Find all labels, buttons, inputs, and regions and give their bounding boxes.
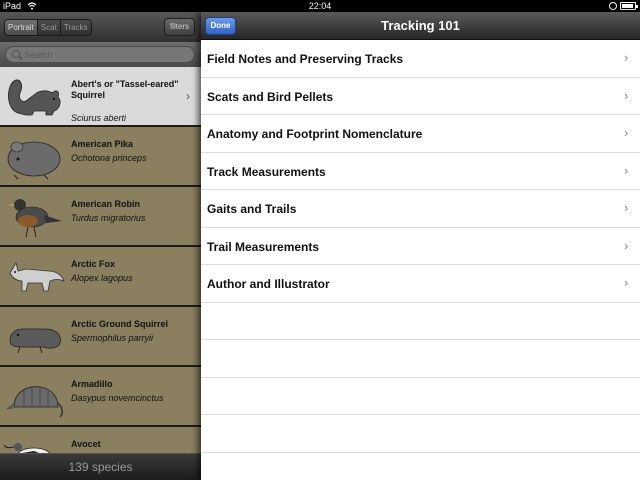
species-row[interactable]: Armadillo Dasypus novemcinctus [0, 367, 201, 427]
menu-item-label: Author and Illustrator [207, 277, 330, 291]
species-common-name: Arctic Fox [71, 259, 116, 269]
menu-item-label: Scats and Bird Pellets [207, 89, 334, 104]
menu-item-track-measurements[interactable]: Track Measurements › [201, 152, 640, 190]
battery-icon [620, 2, 638, 10]
menu-item-gaits[interactable]: Gaits and Trails › [201, 190, 640, 228]
menu-item-label: Anatomy and Footprint Nomenclature [207, 127, 423, 141]
species-latin-name: Dasypus novemcinctus [71, 393, 164, 403]
chevron-right-icon: › [624, 237, 629, 253]
clock: 22:04 [308, 1, 332, 11]
chevron-right-icon: › [624, 87, 629, 103]
species-row[interactable]: Arctic Ground Squirrel Spermophilus parr… [0, 307, 201, 367]
species-common-name: American Pika [71, 139, 134, 149]
segment-portrait[interactable]: Portrait [5, 20, 38, 35]
search-placeholder: Search [24, 50, 53, 60]
menu-item-label: Gaits and Trails [207, 202, 297, 216]
tracking-101-panel: Done Tracking 101 Field Notes and Preser… [201, 12, 640, 480]
search-input[interactable]: Search [5, 46, 195, 63]
species-row[interactable]: American Robin Turdus migratorius [0, 187, 201, 247]
species-latin-name: Sciurus aberti [71, 113, 127, 123]
species-row[interactable]: Abert's or "Tassel-eared" Squirrel Sciur… [0, 67, 201, 127]
rotation-lock-icon [609, 2, 617, 10]
page-title: Tracking 101 [381, 18, 460, 33]
menu-item-field-notes[interactable]: Field Notes and Preserving Tracks › [201, 40, 640, 78]
species-common-name: Armadillo [71, 379, 113, 389]
species-footer: 139 species [0, 453, 201, 480]
filters-button[interactable]: filters [164, 18, 195, 36]
menu-item-label: Trail Measurements [207, 239, 320, 254]
menu-item-author[interactable]: Author and Illustrator › [201, 265, 640, 303]
species-common-name: American Robin [71, 199, 141, 209]
menu-item-label: Field Notes and Preserving Tracks [207, 52, 404, 66]
empty-row [201, 340, 640, 378]
robin-icon [8, 199, 62, 238]
ground-squirrel-icon [9, 328, 61, 354]
tracking-menu: Field Notes and Preserving Tracks › Scat… [201, 40, 640, 453]
navigation-bar: Done Tracking 101 [201, 12, 640, 40]
species-latin-name: Spermophilus parryii [71, 333, 154, 343]
ipad-screen: iPad 22:04 Portrait Scat Tracks filters … [0, 0, 640, 480]
pika-icon [7, 141, 61, 180]
species-list: Abert's or "Tassel-eared" Squirrel Sciur… [0, 67, 201, 465]
armadillo-icon [6, 386, 63, 418]
search-icon [12, 50, 20, 58]
menu-item-anatomy[interactable]: Anatomy and Footprint Nomenclature › [201, 115, 640, 153]
species-pane: Portrait Scat Tracks filters Search Aber… [0, 12, 201, 480]
view-segmented-control: Portrait Scat Tracks [4, 19, 92, 36]
species-common-name: Avocet [71, 439, 101, 449]
empty-row [201, 378, 640, 415]
species-common-name: Abert's or "Tassel-eared" Squirrel [71, 79, 179, 100]
fox-icon [9, 261, 65, 292]
empty-row [201, 415, 640, 453]
segment-tracks[interactable]: Tracks [60, 20, 91, 35]
chevron-right-icon: › [186, 89, 190, 103]
species-latin-name: Alopex lagopus [71, 273, 133, 283]
segment-scat[interactable]: Scat [37, 20, 61, 35]
species-row[interactable]: American Pika Ochotona princeps [0, 127, 201, 187]
chevron-right-icon: › [624, 125, 629, 140]
chevron-right-icon: › [624, 275, 629, 290]
species-latin-name: Turdus migratorius [71, 213, 146, 223]
chevron-right-icon: › [624, 50, 629, 65]
species-row[interactable]: Arctic Fox Alopex lagopus [0, 247, 201, 307]
search-bar: Search [0, 42, 201, 67]
squirrel-icon [8, 79, 61, 116]
species-toolbar: Portrait Scat Tracks filters [0, 12, 201, 42]
species-latin-name: Ochotona princeps [71, 153, 147, 163]
status-bar: iPad 22:04 [0, 0, 640, 12]
empty-row [201, 303, 640, 340]
chevron-right-icon: › [624, 200, 629, 215]
species-common-name: Arctic Ground Squirrel [71, 319, 169, 329]
menu-item-trail-measurements[interactable]: Trail Measurements › [201, 227, 640, 265]
menu-item-scats[interactable]: Scats and Bird Pellets › [201, 77, 640, 115]
battery-fill [622, 4, 634, 8]
species-count: 139 species [68, 460, 133, 474]
chevron-right-icon: › [624, 162, 629, 178]
menu-item-label: Track Measurements [207, 164, 326, 179]
